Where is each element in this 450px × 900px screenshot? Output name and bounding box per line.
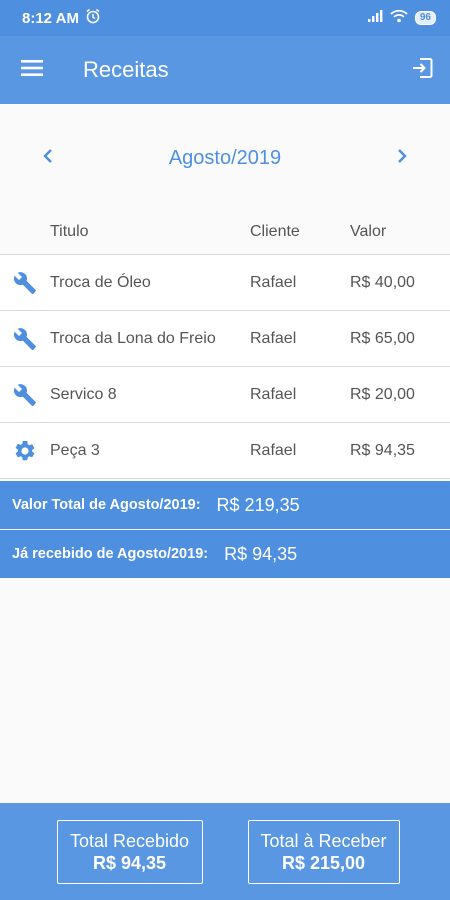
row-title: Troca da Lona do Freio bbox=[50, 329, 216, 347]
wifi-icon bbox=[390, 9, 408, 27]
table-row[interactable]: Troca da Lona do Freio Rafael R$ 65,00 bbox=[0, 311, 450, 367]
row-value: R$ 20,00 bbox=[350, 385, 415, 403]
month-total-summary: Valor Total de Agosto/2019: R$ 219,35 bbox=[0, 481, 450, 529]
wrench-icon bbox=[0, 271, 50, 295]
status-bar: 8:12 AM 96 bbox=[0, 0, 450, 36]
exit-icon bbox=[411, 57, 433, 84]
total-received-value: R$ 94,35 bbox=[92, 852, 167, 873]
total-to-receive-value: R$ 215,00 bbox=[281, 852, 366, 873]
chevron-left-icon bbox=[42, 148, 54, 169]
previous-month-button[interactable] bbox=[24, 130, 72, 186]
hamburger-icon bbox=[21, 59, 43, 82]
menu-button[interactable] bbox=[0, 36, 64, 104]
column-header-value: Valor bbox=[350, 223, 387, 240]
month-label: Agosto/2019 bbox=[168, 146, 282, 169]
month-navigator: Agosto/2019 bbox=[0, 130, 450, 186]
battery-indicator: 96 bbox=[414, 11, 436, 25]
total-to-receive-title: Total à Receber bbox=[260, 830, 387, 851]
row-title: Troca de Óleo bbox=[50, 273, 151, 291]
total-received-button[interactable]: Total Recebido R$ 94,35 bbox=[56, 819, 203, 884]
row-client: Rafael bbox=[250, 329, 297, 347]
revenue-table: Titulo Cliente Valor Troca de Óleo Rafae… bbox=[0, 210, 450, 479]
chevron-right-icon bbox=[396, 148, 408, 169]
gear-icon bbox=[0, 439, 50, 463]
month-total-value: R$ 219,35 bbox=[216, 494, 300, 515]
page-title: Receitas bbox=[83, 57, 169, 82]
total-received-title: Total Recebido bbox=[69, 830, 190, 851]
logout-button[interactable] bbox=[394, 36, 450, 104]
row-title: Peça 3 bbox=[50, 441, 100, 459]
month-received-label: Já recebido de Agosto/2019: bbox=[12, 546, 209, 562]
bottom-bar: Total Recebido R$ 94,35 Total à Receber … bbox=[0, 803, 450, 900]
table-row[interactable]: Servico 8 Rafael R$ 20,00 bbox=[0, 367, 450, 423]
status-time: 8:12 AM bbox=[22, 9, 79, 27]
month-received-value: R$ 94,35 bbox=[224, 543, 298, 564]
table-header: Titulo Cliente Valor bbox=[0, 210, 450, 255]
wrench-icon bbox=[0, 383, 50, 407]
row-client: Rafael bbox=[250, 441, 297, 459]
row-title: Servico 8 bbox=[50, 385, 117, 403]
alarm-icon bbox=[85, 8, 101, 28]
row-client: Rafael bbox=[250, 385, 297, 403]
row-value: R$ 94,35 bbox=[350, 441, 415, 459]
row-value: R$ 40,00 bbox=[350, 273, 415, 291]
month-total-label: Valor Total de Agosto/2019: bbox=[12, 497, 201, 513]
next-month-button[interactable] bbox=[378, 130, 426, 186]
column-header-client: Cliente bbox=[250, 223, 300, 240]
wrench-icon bbox=[0, 327, 50, 351]
signal-icon bbox=[367, 9, 383, 27]
row-value: R$ 65,00 bbox=[350, 329, 415, 347]
table-row[interactable]: Peça 3 Rafael R$ 94,35 bbox=[0, 423, 450, 479]
status-right: 96 bbox=[367, 9, 436, 27]
total-to-receive-button[interactable]: Total à Receber R$ 215,00 bbox=[247, 819, 400, 884]
status-left: 8:12 AM bbox=[22, 8, 101, 28]
month-received-summary: Já recebido de Agosto/2019: R$ 94,35 bbox=[0, 530, 450, 578]
app-bar: Receitas bbox=[0, 36, 450, 104]
column-header-title: Titulo bbox=[50, 223, 89, 240]
table-row[interactable]: Troca de Óleo Rafael R$ 40,00 bbox=[0, 255, 450, 311]
row-client: Rafael bbox=[250, 273, 297, 291]
